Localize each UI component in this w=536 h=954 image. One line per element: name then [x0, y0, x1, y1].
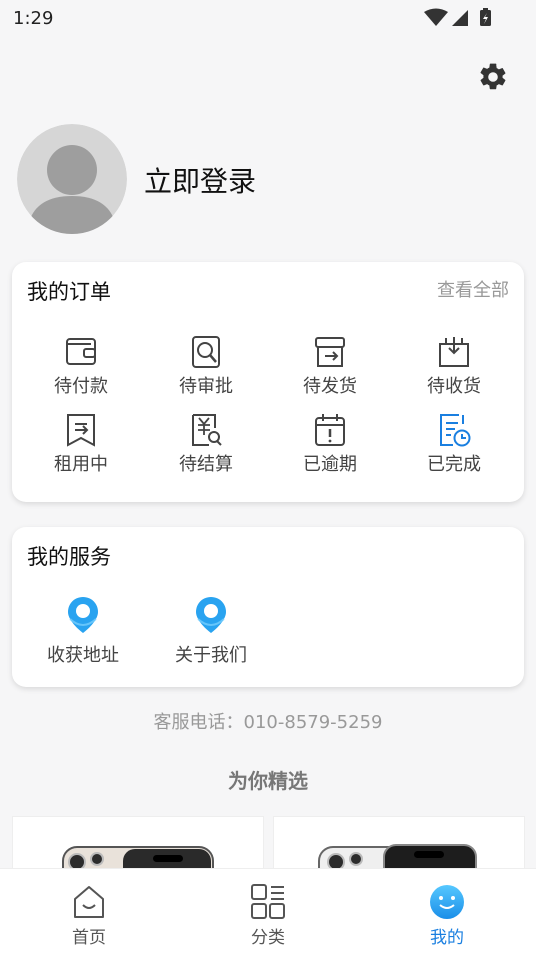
ship-icon: [315, 337, 345, 367]
services-title: 我的服务: [27, 545, 111, 569]
service-item-label: 收获地址: [47, 645, 119, 666]
order-item-label: 待发货: [303, 376, 357, 397]
battery-icon: [480, 8, 491, 26]
profile-face-icon: [430, 885, 464, 919]
hotline-label: 客服电话：: [153, 712, 244, 733]
view-all-orders-link[interactable]: 查看全部: [437, 276, 509, 302]
order-overdue[interactable]: 已逾期: [270, 412, 390, 475]
orders-card: 我的订单 查看全部 待付款 待审批 待发货 待收货 租用中 待结算 已逾期 已完…: [12, 262, 524, 502]
receive-icon: [439, 337, 469, 367]
orders-title: 我的订单: [27, 280, 111, 304]
location-pin-icon: [196, 597, 226, 633]
order-item-label: 已逾期: [303, 454, 357, 475]
settings-gear-icon[interactable]: [477, 60, 509, 94]
status-bar: 1:29: [0, 0, 536, 36]
nav-category[interactable]: 分类: [208, 869, 328, 954]
order-item-label: 租用中: [54, 454, 108, 475]
login-link[interactable]: 立即登录: [144, 160, 256, 200]
picks-heading: 为你精选: [228, 769, 308, 793]
order-item-label: 待付款: [54, 376, 108, 397]
bottom-nav: 首页 分类 我的: [0, 868, 536, 954]
nav-mine[interactable]: 我的: [387, 869, 507, 954]
services-card: 我的服务 收获地址 关于我们: [12, 527, 524, 687]
wallet-icon: [66, 338, 96, 365]
nav-home[interactable]: 首页: [29, 869, 149, 954]
avatar[interactable]: [17, 124, 127, 234]
nav-label: 首页: [72, 928, 106, 948]
service-about-us[interactable]: 关于我们: [151, 595, 271, 666]
order-pending-approval[interactable]: 待审批: [146, 334, 266, 397]
order-renting[interactable]: 租用中: [21, 412, 141, 475]
status-icons: [424, 8, 491, 26]
completed-icon: [440, 414, 471, 447]
order-pending-shipment[interactable]: 待发货: [270, 334, 390, 397]
hotline-number: 010-8579-5259: [243, 712, 383, 733]
customer-service-hotline[interactable]: 客服电话：010-8579-5259: [0, 708, 536, 734]
nav-label: 我的: [430, 928, 464, 948]
category-icon: [251, 884, 285, 919]
bookmark-icon: [67, 414, 95, 447]
order-pending-receipt[interactable]: 待收货: [394, 334, 514, 397]
service-item-label: 关于我们: [175, 645, 247, 666]
service-shipping-address[interactable]: 收获地址: [23, 595, 143, 666]
home-icon: [74, 886, 104, 918]
nav-label: 分类: [251, 928, 285, 948]
status-time: 1:29: [13, 8, 54, 29]
order-pending-payment[interactable]: 待付款: [21, 334, 141, 397]
order-pending-settlement[interactable]: 待结算: [146, 412, 266, 475]
review-icon: [192, 336, 220, 368]
signal-icon: [452, 10, 468, 26]
order-item-label: 已完成: [427, 454, 481, 475]
order-item-label: 待审批: [179, 376, 233, 397]
order-completed[interactable]: 已完成: [394, 412, 514, 475]
order-item-label: 待结算: [179, 454, 233, 475]
order-item-label: 待收货: [427, 376, 481, 397]
location-pin-icon: [68, 597, 98, 633]
settle-icon: [192, 414, 222, 446]
calendar-alert-icon: [315, 414, 345, 446]
wifi-icon: [424, 8, 448, 26]
